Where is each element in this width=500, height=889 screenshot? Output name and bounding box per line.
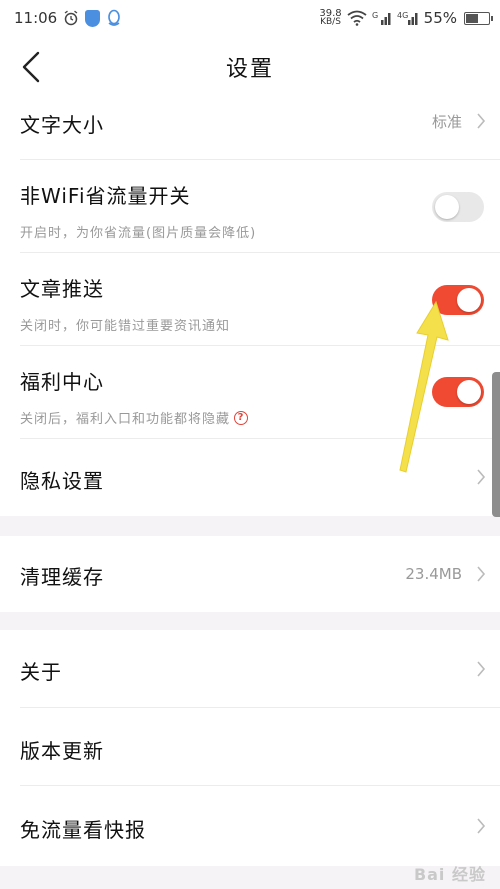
scroll-handle[interactable]	[492, 372, 500, 517]
chevron-right-icon	[477, 818, 486, 834]
network-speed: 39.8 KB/S	[319, 8, 342, 27]
settings-group-about: 关于 版本更新 免流量看快报	[0, 630, 500, 866]
chevron-right-icon	[477, 469, 486, 485]
status-time: 11:06	[14, 9, 58, 27]
about-row[interactable]: 关于	[20, 630, 500, 708]
wifi-icon	[347, 10, 367, 26]
back-arrow-icon[interactable]	[18, 50, 48, 84]
article-push-description: 关闭时，你可能错过重要资讯通知	[20, 319, 231, 334]
wifi-saver-label: 非WiFi省流量开关	[20, 184, 191, 208]
watermark: Bai 经验	[413, 865, 486, 884]
version-update-label: 版本更新	[20, 739, 104, 763]
wifi-saver-description: 开启时，为你省流量(图片质量会降低)	[20, 226, 257, 241]
version-update-row[interactable]: 版本更新	[20, 708, 500, 786]
settings-group-storage: 清理缓存 23.4MB	[0, 536, 500, 612]
article-push-label: 文章推送	[20, 277, 104, 301]
font-size-value: 标准	[431, 113, 462, 131]
about-label: 关于	[20, 660, 62, 684]
welfare-center-label: 福利中心	[20, 370, 104, 394]
battery-percent: 55%	[423, 9, 457, 27]
clear-cache-label: 清理缓存	[20, 565, 104, 589]
alarm-icon	[64, 10, 78, 26]
status-bar: 11:06 39.8 KB/S G 4G 55%	[0, 0, 500, 36]
page-title: 设置	[225, 57, 274, 82]
signal-4g-icon: 4G	[397, 11, 418, 25]
free-data-label: 免流量看快报	[20, 818, 146, 842]
privacy-label: 隐私设置	[20, 469, 104, 493]
svg-text:4G: 4G	[397, 11, 408, 20]
header: 设置	[0, 36, 500, 98]
wifi-saver-row: 非WiFi省流量开关 开启时，为你省流量(图片质量会降低)	[20, 160, 500, 253]
font-size-row[interactable]: 文字大小 标准	[20, 98, 500, 160]
annotation-arrow	[399, 300, 449, 473]
chevron-right-icon	[477, 661, 486, 677]
svg-text:G: G	[372, 11, 378, 20]
security-shield-icon	[85, 9, 101, 27]
font-size-label: 文字大小	[20, 113, 104, 137]
cache-size-value: 23.4MB	[405, 565, 462, 583]
battery-icon	[464, 11, 493, 25]
signal-g-icon: G	[372, 11, 391, 25]
clear-cache-row[interactable]: 清理缓存 23.4MB	[20, 536, 500, 612]
qq-icon	[108, 9, 121, 26]
chevron-right-icon	[477, 113, 486, 129]
free-data-row[interactable]: 免流量看快报	[20, 786, 500, 866]
wifi-saver-toggle[interactable]	[432, 192, 484, 222]
help-icon[interactable]: ?	[234, 410, 249, 425]
chevron-right-icon	[477, 566, 486, 582]
welfare-center-description: 关闭后，福利入口和功能都将隐藏 ?	[20, 408, 249, 427]
